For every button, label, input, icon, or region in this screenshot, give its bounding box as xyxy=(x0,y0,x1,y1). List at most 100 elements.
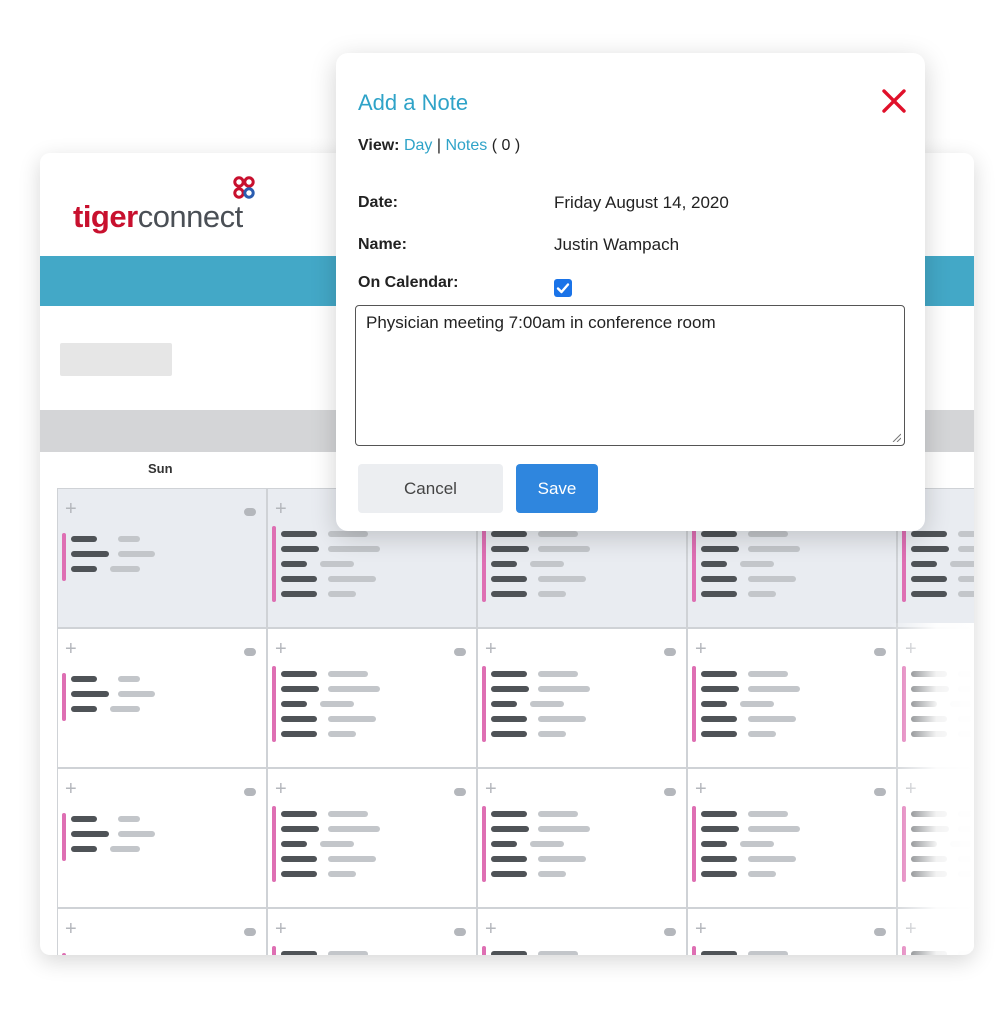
event-placeholder-line xyxy=(701,546,739,552)
event-indicator-bar xyxy=(482,806,486,882)
view-notes-link[interactable]: Notes xyxy=(445,137,487,154)
event-placeholder-line xyxy=(740,561,774,567)
view-day-link[interactable]: Day xyxy=(404,137,432,154)
event-placeholder-line xyxy=(538,591,566,597)
ellipsis-dot-icon[interactable] xyxy=(244,648,256,656)
event-indicator-bar xyxy=(692,666,696,742)
calendar-day-cell[interactable]: + xyxy=(687,768,897,908)
ellipsis-dot-icon[interactable] xyxy=(244,788,256,796)
view-switcher: View: Day | Notes ( 0 ) xyxy=(358,137,520,155)
event-placeholder-line xyxy=(118,551,155,557)
plus-icon[interactable]: + xyxy=(485,639,497,659)
event-placeholder-line xyxy=(538,686,590,692)
note-text: Physician meeting 7:00am in conference r… xyxy=(366,313,716,332)
plus-icon[interactable]: + xyxy=(65,919,77,939)
logo-tiger-text: tiger xyxy=(73,199,138,234)
save-button[interactable]: Save xyxy=(516,464,598,513)
plus-icon[interactable]: + xyxy=(485,779,497,799)
event-placeholder-line xyxy=(701,826,739,832)
event-placeholder-line xyxy=(748,951,788,955)
event-placeholder-line xyxy=(491,811,527,817)
calendar-day-cell[interactable]: + xyxy=(687,628,897,768)
calendar-day-cell[interactable]: + xyxy=(267,628,477,768)
calendar-day-cell[interactable]: + xyxy=(687,908,897,955)
plus-icon[interactable]: + xyxy=(275,779,287,799)
calendar-day-cell[interactable]: + xyxy=(267,908,477,955)
calendar-day-cell[interactable]: + xyxy=(57,488,267,628)
event-placeholder-line xyxy=(281,686,319,692)
event-placeholder-line xyxy=(328,871,356,877)
calendar-day-cell[interactable]: + xyxy=(477,768,687,908)
resize-handle-icon[interactable] xyxy=(891,432,901,442)
event-placeholder-line xyxy=(538,731,566,737)
plus-icon[interactable]: + xyxy=(275,639,287,659)
plus-icon[interactable]: + xyxy=(695,779,707,799)
ellipsis-dot-icon[interactable] xyxy=(664,648,676,656)
event-placeholder-line xyxy=(530,701,564,707)
event-placeholder-line xyxy=(950,561,974,567)
event-placeholder-line xyxy=(328,951,368,955)
event-placeholder-line xyxy=(748,811,788,817)
ellipsis-dot-icon[interactable] xyxy=(454,788,466,796)
event-indicator-bar xyxy=(62,673,66,721)
event-placeholder-line xyxy=(538,871,566,877)
event-placeholder-line xyxy=(491,951,527,955)
event-placeholder-line xyxy=(118,816,140,822)
calendar-day-cell[interactable]: + xyxy=(477,908,687,955)
event-placeholder-line xyxy=(538,671,578,677)
event-placeholder-line xyxy=(328,856,376,862)
close-icon[interactable] xyxy=(880,87,908,115)
event-indicator-bar xyxy=(62,533,66,581)
plus-icon[interactable]: + xyxy=(275,499,287,519)
plus-icon[interactable]: + xyxy=(485,919,497,939)
event-placeholder-line xyxy=(71,831,109,837)
note-textarea[interactable]: Physician meeting 7:00am in conference r… xyxy=(355,305,905,446)
event-placeholder-line xyxy=(748,546,800,552)
plus-icon[interactable]: + xyxy=(695,919,707,939)
event-placeholder-line xyxy=(538,951,578,955)
event-placeholder-line xyxy=(281,531,317,537)
event-placeholder-line xyxy=(748,731,776,737)
plus-icon[interactable]: + xyxy=(65,779,77,799)
on-calendar-label: On Calendar: xyxy=(358,274,459,291)
ellipsis-dot-icon[interactable] xyxy=(664,928,676,936)
add-note-dialog: Add a Note View: Day | Notes ( 0 ) Date:… xyxy=(336,53,925,531)
event-indicator-bar xyxy=(272,806,276,882)
plus-icon[interactable]: + xyxy=(65,499,77,519)
cancel-button[interactable]: Cancel xyxy=(358,464,503,513)
ellipsis-dot-icon[interactable] xyxy=(244,928,256,936)
ellipsis-dot-icon[interactable] xyxy=(874,788,886,796)
ellipsis-dot-icon[interactable] xyxy=(244,508,256,516)
event-placeholder-line xyxy=(958,531,974,537)
calendar-day-cell[interactable]: + xyxy=(57,628,267,768)
event-placeholder-line xyxy=(701,701,727,707)
event-placeholder-line xyxy=(118,691,155,697)
event-placeholder-line xyxy=(701,576,737,582)
calendar-day-cell[interactable]: + xyxy=(477,628,687,768)
event-placeholder-line xyxy=(110,706,140,712)
plus-icon[interactable]: + xyxy=(275,919,287,939)
plus-icon[interactable]: + xyxy=(695,639,707,659)
on-calendar-checkbox[interactable] xyxy=(554,279,572,297)
event-placeholder-line xyxy=(110,566,140,572)
view-label: View: xyxy=(358,137,400,154)
calendar-day-cell[interactable]: + xyxy=(267,768,477,908)
event-placeholder-line xyxy=(320,841,354,847)
event-placeholder-line xyxy=(328,826,380,832)
calendar-day-cell[interactable]: + xyxy=(57,768,267,908)
ellipsis-dot-icon[interactable] xyxy=(664,788,676,796)
event-placeholder-line xyxy=(958,591,974,597)
event-placeholder-line xyxy=(538,811,578,817)
ellipsis-dot-icon[interactable] xyxy=(874,648,886,656)
plus-icon[interactable]: + xyxy=(65,639,77,659)
ellipsis-dot-icon[interactable] xyxy=(874,928,886,936)
logo-wordmark: tigerconnect xyxy=(73,199,243,235)
event-placeholder-line xyxy=(701,841,727,847)
event-placeholder-line xyxy=(740,701,774,707)
ellipsis-dot-icon[interactable] xyxy=(454,928,466,936)
event-placeholder-line xyxy=(328,811,368,817)
calendar-day-cell[interactable]: + xyxy=(57,908,267,955)
ellipsis-dot-icon[interactable] xyxy=(454,648,466,656)
event-placeholder-line xyxy=(538,531,578,537)
event-placeholder-line xyxy=(118,831,155,837)
